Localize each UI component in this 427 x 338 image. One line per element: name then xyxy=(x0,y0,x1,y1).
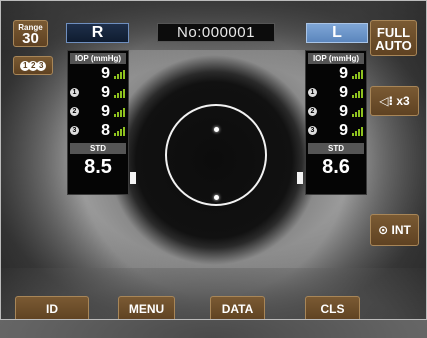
screen-frame xyxy=(0,0,427,320)
